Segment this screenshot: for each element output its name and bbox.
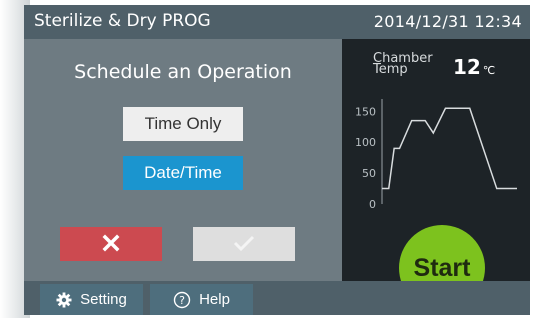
date-time-display: 2014/12/31 12:34 — [373, 12, 522, 31]
time-only-button[interactable]: Time Only — [123, 107, 243, 141]
gear-icon — [56, 291, 72, 308]
title-bar: Sterilize & Dry PROG 2014/12/31 12:34 — [24, 5, 530, 39]
schedule-panel: Schedule an Operation Time Only Date/Tim… — [24, 39, 342, 281]
check-icon — [233, 230, 255, 257]
program-title: Sterilize & Dry PROG — [34, 11, 211, 31]
temperature-series-line — [382, 107, 517, 190]
help-icon: ? — [173, 290, 191, 308]
device-screen: Sterilize & Dry PROG 2014/12/31 12:34 Sc… — [0, 0, 533, 318]
y-tick-label: 0 — [369, 198, 376, 211]
help-button[interactable]: ? Help — [150, 284, 253, 315]
date-time-button[interactable]: Date/Time — [123, 156, 243, 190]
y-tick-label: 100 — [355, 136, 376, 149]
setting-button[interactable]: Setting — [40, 284, 143, 315]
help-label: Help — [199, 291, 230, 308]
bottom-bar: Setting ? Help — [24, 281, 530, 315]
y-tick-label: 150 — [355, 105, 376, 118]
cancel-button[interactable] — [60, 227, 162, 261]
y-tick-label: 50 — [362, 167, 376, 180]
panel-heading: Schedule an Operation — [74, 61, 292, 83]
svg-text:?: ? — [179, 294, 185, 307]
setting-label: Setting — [80, 291, 127, 308]
close-icon — [102, 230, 120, 257]
confirm-button[interactable] — [193, 227, 295, 261]
